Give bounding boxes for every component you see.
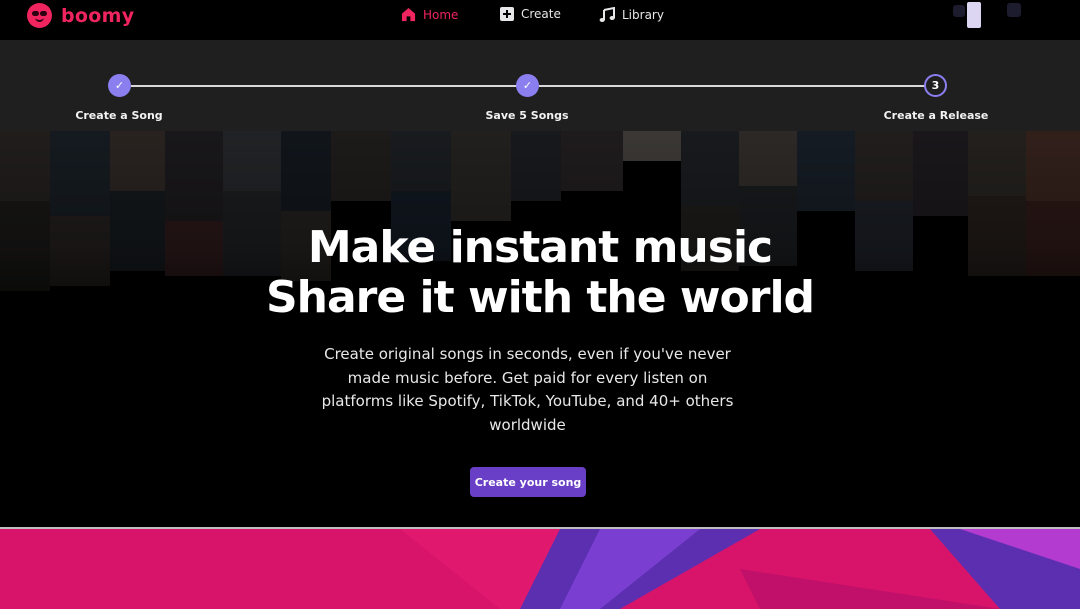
nav-item-label: Library	[622, 8, 664, 22]
create-your-song-button[interactable]: Create your song	[470, 467, 586, 497]
user-avatar[interactable]	[953, 2, 1023, 28]
step-connector	[539, 85, 925, 87]
brand-name: boomy	[61, 4, 135, 27]
plus-square-icon	[500, 7, 514, 21]
brand-logo[interactable]: boomy	[27, 3, 134, 28]
step-3-label: Create a Release	[883, 109, 989, 122]
abstract-stripes-graphic	[0, 529, 1080, 609]
step-2-complete-check-icon: ✓	[516, 74, 539, 97]
hero-headline: Make instant music Share it with the wor…	[0, 223, 1080, 323]
nav-item-label: Create	[521, 7, 561, 21]
step-3-number: 3	[924, 74, 947, 97]
hero-headline-line-1: Make instant music	[307, 222, 773, 273]
hero-section: Make instant music Share it with the wor…	[0, 131, 1080, 527]
nav-item-label: Home	[423, 7, 459, 22]
home-icon	[401, 7, 416, 22]
hero-subtitle: Create original songs in seconds, even i…	[321, 345, 734, 434]
hero-headline-line-2: Share it with the world	[265, 272, 815, 323]
music-note-icon	[599, 7, 615, 22]
step-2-label: Save 5 Songs	[485, 109, 569, 122]
nav-item-home[interactable]: Home	[401, 7, 458, 22]
step-1-label: Create a Song	[75, 109, 163, 122]
step-1-complete-check-icon: ✓	[108, 74, 131, 97]
promo-banner-artwork	[0, 529, 1080, 609]
onboarding-stepper: ✓ ✓ 3 Create a Song Save 5 Songs Create …	[0, 40, 1080, 131]
nav-item-library[interactable]: Library	[599, 7, 664, 23]
step-connector	[131, 85, 517, 87]
nav-item-create[interactable]: Create	[500, 7, 561, 21]
top-navigation-bar: boomy Home Create Library	[0, 0, 1080, 40]
boomy-face-logo-icon	[27, 3, 52, 28]
